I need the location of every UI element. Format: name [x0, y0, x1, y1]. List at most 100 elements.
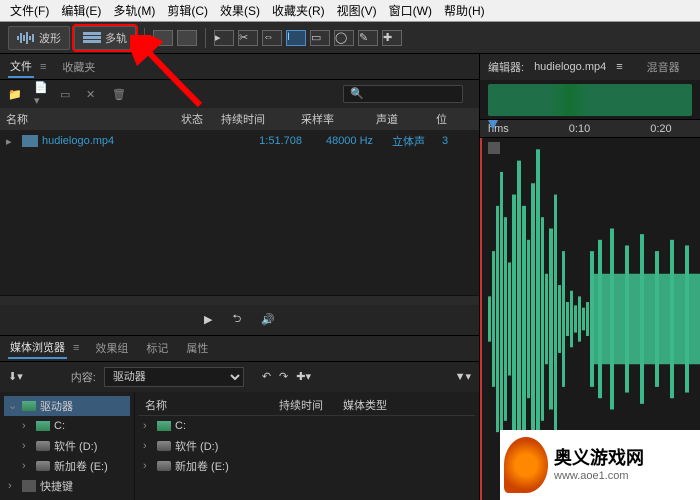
tool-move[interactable]: ▸ [214, 30, 234, 46]
content-drive-c[interactable]: ›C: [139, 416, 475, 436]
drive-icon [157, 421, 171, 431]
panel-menu-icon[interactable]: ≡ [73, 342, 79, 354]
tree-drive-c[interactable]: ›C: [4, 416, 130, 436]
col-duration[interactable]: 持续时间 [215, 111, 295, 127]
col-name[interactable]: 名称 [0, 111, 175, 127]
spectral-freq-button[interactable] [153, 30, 173, 46]
bookmark-icon [22, 480, 36, 492]
time-marker: 0:10 [569, 123, 590, 135]
tab-files[interactable]: 文件 [8, 56, 34, 78]
tree-shortcuts[interactable]: ›快捷键 [4, 476, 130, 496]
waveform-overview[interactable] [480, 80, 700, 120]
timeline-ruler[interactable]: hms 0:10 0:20 [480, 120, 700, 138]
record-icon[interactable]: ▭ [60, 87, 76, 101]
download-icon[interactable]: ⬇▾ [8, 370, 23, 383]
col-rate[interactable]: 采样率 [295, 111, 370, 127]
open-file-icon[interactable]: 📁 [8, 87, 24, 101]
tab-properties[interactable]: 属性 [184, 338, 210, 358]
disk-icon [157, 441, 171, 451]
tool-marquee[interactable]: ▭ [310, 30, 330, 46]
expand-icon[interactable]: ▸ [6, 135, 18, 148]
tree-drives[interactable]: ⌄驱动器 [4, 396, 130, 416]
separator [205, 28, 206, 48]
multitrack-icon [83, 31, 101, 45]
drive-icon [36, 421, 50, 431]
drive-tree: ⌄驱动器 ›C: ›软件 (D:) ›新加卷 (E:) ›快捷键 [0, 392, 135, 500]
watermark-logo-icon [504, 437, 548, 493]
tab-mixer[interactable]: 混音器 [647, 59, 680, 75]
tool-razor[interactable]: ✂ [238, 30, 258, 46]
panel-menu-icon[interactable]: ≡ [40, 61, 46, 73]
menu-edit[interactable]: 编辑(E) [55, 0, 107, 21]
content-drive-d[interactable]: ›软件 (D:) [139, 436, 475, 456]
back-icon[interactable]: ↶ [262, 370, 271, 383]
menu-effects[interactable]: 效果(S) [214, 0, 266, 21]
spectral-pitch-button[interactable] [177, 30, 197, 46]
panel-menu-icon[interactable]: ≡ [616, 61, 622, 73]
filter-icon[interactable]: ▼▾ [455, 370, 471, 383]
multitrack-label: 多轨 [105, 30, 127, 46]
close-icon[interactable]: ✕ [86, 87, 102, 101]
disk-icon [36, 441, 50, 451]
menu-view[interactable]: 视图(V) [331, 0, 383, 21]
file-list: ▸ hudielogo.mp4 1:51.708 48000 Hz 立体声 3 [0, 130, 479, 295]
file-list-header: 名称 状态 持续时间 采样率 声道 位 [0, 108, 479, 130]
col-duration[interactable]: 持续时间 [279, 397, 323, 413]
menu-clip[interactable]: 剪辑(C) [161, 0, 214, 21]
tool-heal[interactable]: ✚ [382, 30, 402, 46]
search-box[interactable] [343, 85, 463, 103]
waveform-icon [17, 31, 35, 45]
tree-drive-d[interactable]: ›软件 (D:) [4, 436, 130, 456]
loop-button[interactable]: ⮌ [232, 310, 241, 329]
video-file-icon [22, 135, 38, 147]
file-duration: 1:51.708 [217, 135, 302, 147]
transport-controls: ▶ ⮌ 🔊 [0, 305, 479, 335]
content-drive-e[interactable]: ›新加卷 (E:) [139, 456, 475, 476]
separator [144, 28, 145, 48]
disk-icon [36, 461, 50, 471]
channel-toggle[interactable] [488, 142, 500, 154]
col-pos[interactable]: 位 [430, 111, 460, 127]
tab-markers[interactable]: 标记 [144, 338, 170, 358]
tree-drive-e[interactable]: ›新加卷 (E:) [4, 456, 130, 476]
scrollbar[interactable] [0, 295, 479, 305]
file-name: hudielogo.mp4 [42, 135, 182, 147]
watermark-title: 奥义游戏网 [554, 448, 644, 470]
multitrack-mode-button[interactable]: 多轨 [74, 26, 136, 50]
tab-media-browser[interactable]: 媒体浏览器 [8, 337, 67, 359]
tool-brush[interactable]: ✎ [358, 30, 378, 46]
search-input[interactable] [343, 85, 463, 103]
browser-content: 名称 持续时间 媒体类型 ›C: ›软件 (D:) ›新加卷 (E:) [135, 392, 479, 500]
volume-button[interactable]: 🔊 [261, 313, 275, 326]
menu-window[interactable]: 窗口(W) [383, 0, 438, 21]
waveform-label: 波形 [39, 30, 61, 46]
menu-file[interactable]: 文件(F) [4, 0, 55, 21]
file-channels: 立体声 [392, 133, 442, 149]
menu-bar: 文件(F) 编辑(E) 多轨(M) 剪辑(C) 效果(S) 收藏夹(R) 视图(… [0, 0, 700, 22]
tool-time-select[interactable]: I [286, 30, 306, 46]
import-icon[interactable]: 📄▾ [34, 87, 50, 101]
forward-icon[interactable]: ↷ [279, 370, 288, 383]
tool-slip[interactable]: ⇔ [262, 30, 282, 46]
content-label: 内容: [71, 369, 96, 385]
file-row[interactable]: ▸ hudielogo.mp4 1:51.708 48000 Hz 立体声 3 [0, 130, 479, 152]
menu-favorites[interactable]: 收藏夹(R) [266, 0, 331, 21]
col-status[interactable]: 状态 [175, 111, 215, 127]
new-icon[interactable]: ✚▾ [296, 370, 311, 383]
tab-effects-rack[interactable]: 效果组 [93, 338, 130, 358]
toolbar: 波形 多轨 ▸ ✂ ⇔ I ▭ ◯ ✎ ✚ [0, 22, 700, 54]
play-button[interactable]: ▶ [204, 313, 212, 326]
watermark: 奥义游戏网 www.aoe1.com [500, 430, 700, 500]
col-type[interactable]: 媒体类型 [343, 397, 387, 413]
trash-icon[interactable]: 🗑 [112, 87, 128, 101]
menu-multitrack[interactable]: 多轨(M) [107, 0, 161, 21]
col-channels[interactable]: 声道 [370, 111, 430, 127]
tool-lasso[interactable]: ◯ [334, 30, 354, 46]
drive-select[interactable]: 驱动器 [104, 367, 244, 387]
editor-filename: hudielogo.mp4 [534, 61, 606, 73]
col-name[interactable]: 名称 [139, 397, 279, 413]
waveform-mode-button[interactable]: 波形 [8, 26, 70, 50]
menu-help[interactable]: 帮助(H) [438, 0, 491, 21]
tab-favorites[interactable]: 收藏夹 [60, 57, 97, 77]
drives-icon [22, 401, 36, 411]
